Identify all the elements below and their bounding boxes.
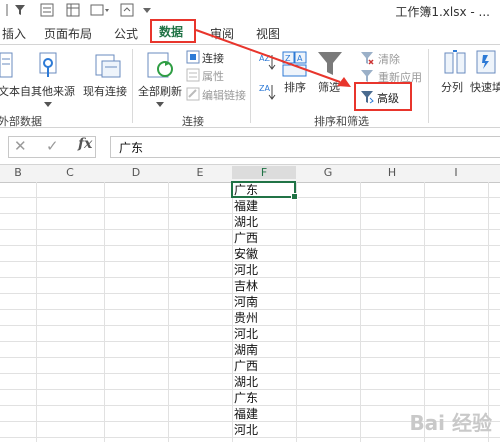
grid-line	[488, 182, 489, 442]
column-header-e[interactable]: E	[168, 166, 232, 179]
cell-f8[interactable]: 河南	[232, 294, 296, 310]
grid-line	[424, 182, 425, 442]
column-header-d[interactable]: D	[104, 166, 168, 179]
enter-icon[interactable]: ✓	[46, 137, 59, 155]
formula-value: 广东	[119, 141, 144, 155]
column-header-h[interactable]: H	[360, 166, 424, 179]
column-header-b[interactable]: B	[0, 166, 36, 179]
cell-f5[interactable]: 安徽	[232, 246, 296, 262]
fill-handle[interactable]	[291, 193, 298, 200]
cell-f10[interactable]: 河北	[232, 326, 296, 342]
cell-f2[interactable]: 福建	[232, 198, 296, 214]
cell-f3[interactable]: 湖北	[232, 214, 296, 230]
grid-line	[36, 182, 37, 442]
cancel-icon[interactable]: ✕	[14, 137, 27, 155]
column-header-c[interactable]: C	[36, 166, 104, 179]
cell-f4[interactable]: 广西	[232, 230, 296, 246]
column-header-g[interactable]: G	[296, 166, 360, 179]
cell-f14[interactable]: 广东	[232, 390, 296, 406]
watermark: Bai 经验	[409, 411, 492, 435]
active-cell-selection	[231, 181, 298, 200]
insert-function-icon[interactable]: fx	[78, 136, 92, 152]
worksheet-grid[interactable]: 广东 福建 湖北 广西 安徽 河北 吉林 河南 贵州 河北 湖南 广西 湖北 广…	[0, 182, 500, 442]
cell-f12[interactable]: 广西	[232, 358, 296, 374]
cell-f16[interactable]: 河北	[232, 422, 296, 438]
cell-f6[interactable]: 河北	[232, 262, 296, 278]
grid-line	[168, 182, 169, 442]
grid-line	[104, 182, 105, 442]
cell-f9[interactable]: 贵州	[232, 310, 296, 326]
cell-f7[interactable]: 吉林	[232, 278, 296, 294]
column-header-i[interactable]: I	[424, 166, 488, 179]
grid-line	[360, 182, 361, 442]
column-header-f[interactable]: F	[232, 166, 296, 179]
cell-f13[interactable]: 湖北	[232, 374, 296, 390]
formula-input[interactable]: 广东	[110, 136, 500, 158]
grid-line	[296, 182, 297, 442]
cell-f15[interactable]: 福建	[232, 406, 296, 422]
cell-f11[interactable]: 湖南	[232, 342, 296, 358]
